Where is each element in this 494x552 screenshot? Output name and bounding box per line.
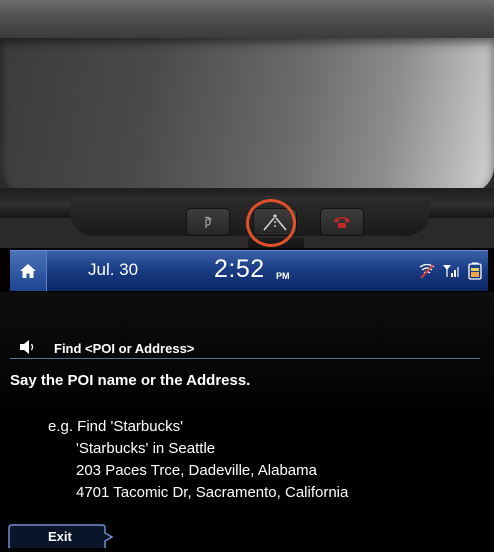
wifi-off-icon: [418, 262, 436, 280]
example-line: e.g. Find 'Starbucks': [48, 418, 183, 435]
status-time: 2:52: [214, 255, 265, 283]
phone-icon: [334, 217, 350, 228]
battery-icon: [466, 262, 484, 280]
exit-button[interactable]: Exit: [8, 524, 114, 550]
rear-view-mirror-photo: [0, 0, 494, 270]
highlight-circle: [246, 199, 296, 247]
voice-prompt: Say the POI name or the Address.: [10, 372, 251, 389]
voice-command-icon: [204, 216, 212, 228]
home-button[interactable]: [10, 251, 47, 291]
voice-recognition-button[interactable]: [186, 208, 230, 236]
example-line: 'Starbucks' in Seattle: [76, 440, 216, 457]
speaker-icon: [20, 340, 34, 354]
emergency-call-button[interactable]: [320, 208, 364, 236]
signal-icon: [442, 262, 460, 280]
home-icon: [20, 264, 36, 278]
status-ampm: PM: [276, 271, 290, 281]
example-line: 203 Paces Trce, Dadeville, Alabama: [76, 462, 317, 479]
exit-label: Exit: [48, 529, 72, 544]
status-icons: [418, 262, 484, 280]
status-date: Jul. 30: [88, 260, 139, 279]
voice-mode-bar: Find <POI or Address>: [10, 338, 480, 359]
mirror-frame-top: [0, 0, 494, 40]
voice-mode-label: Find <POI or Address>: [54, 341, 195, 356]
status-bar: Jul. 30 2:52 PM: [10, 250, 488, 291]
mirror-glass: [0, 38, 494, 194]
example-line: 4701 Tacomic Dr, Sacramento, California: [76, 484, 349, 501]
head-unit-screen: Jul. 30 2:52 PM Find <POI or Address> Sa…: [0, 248, 494, 552]
